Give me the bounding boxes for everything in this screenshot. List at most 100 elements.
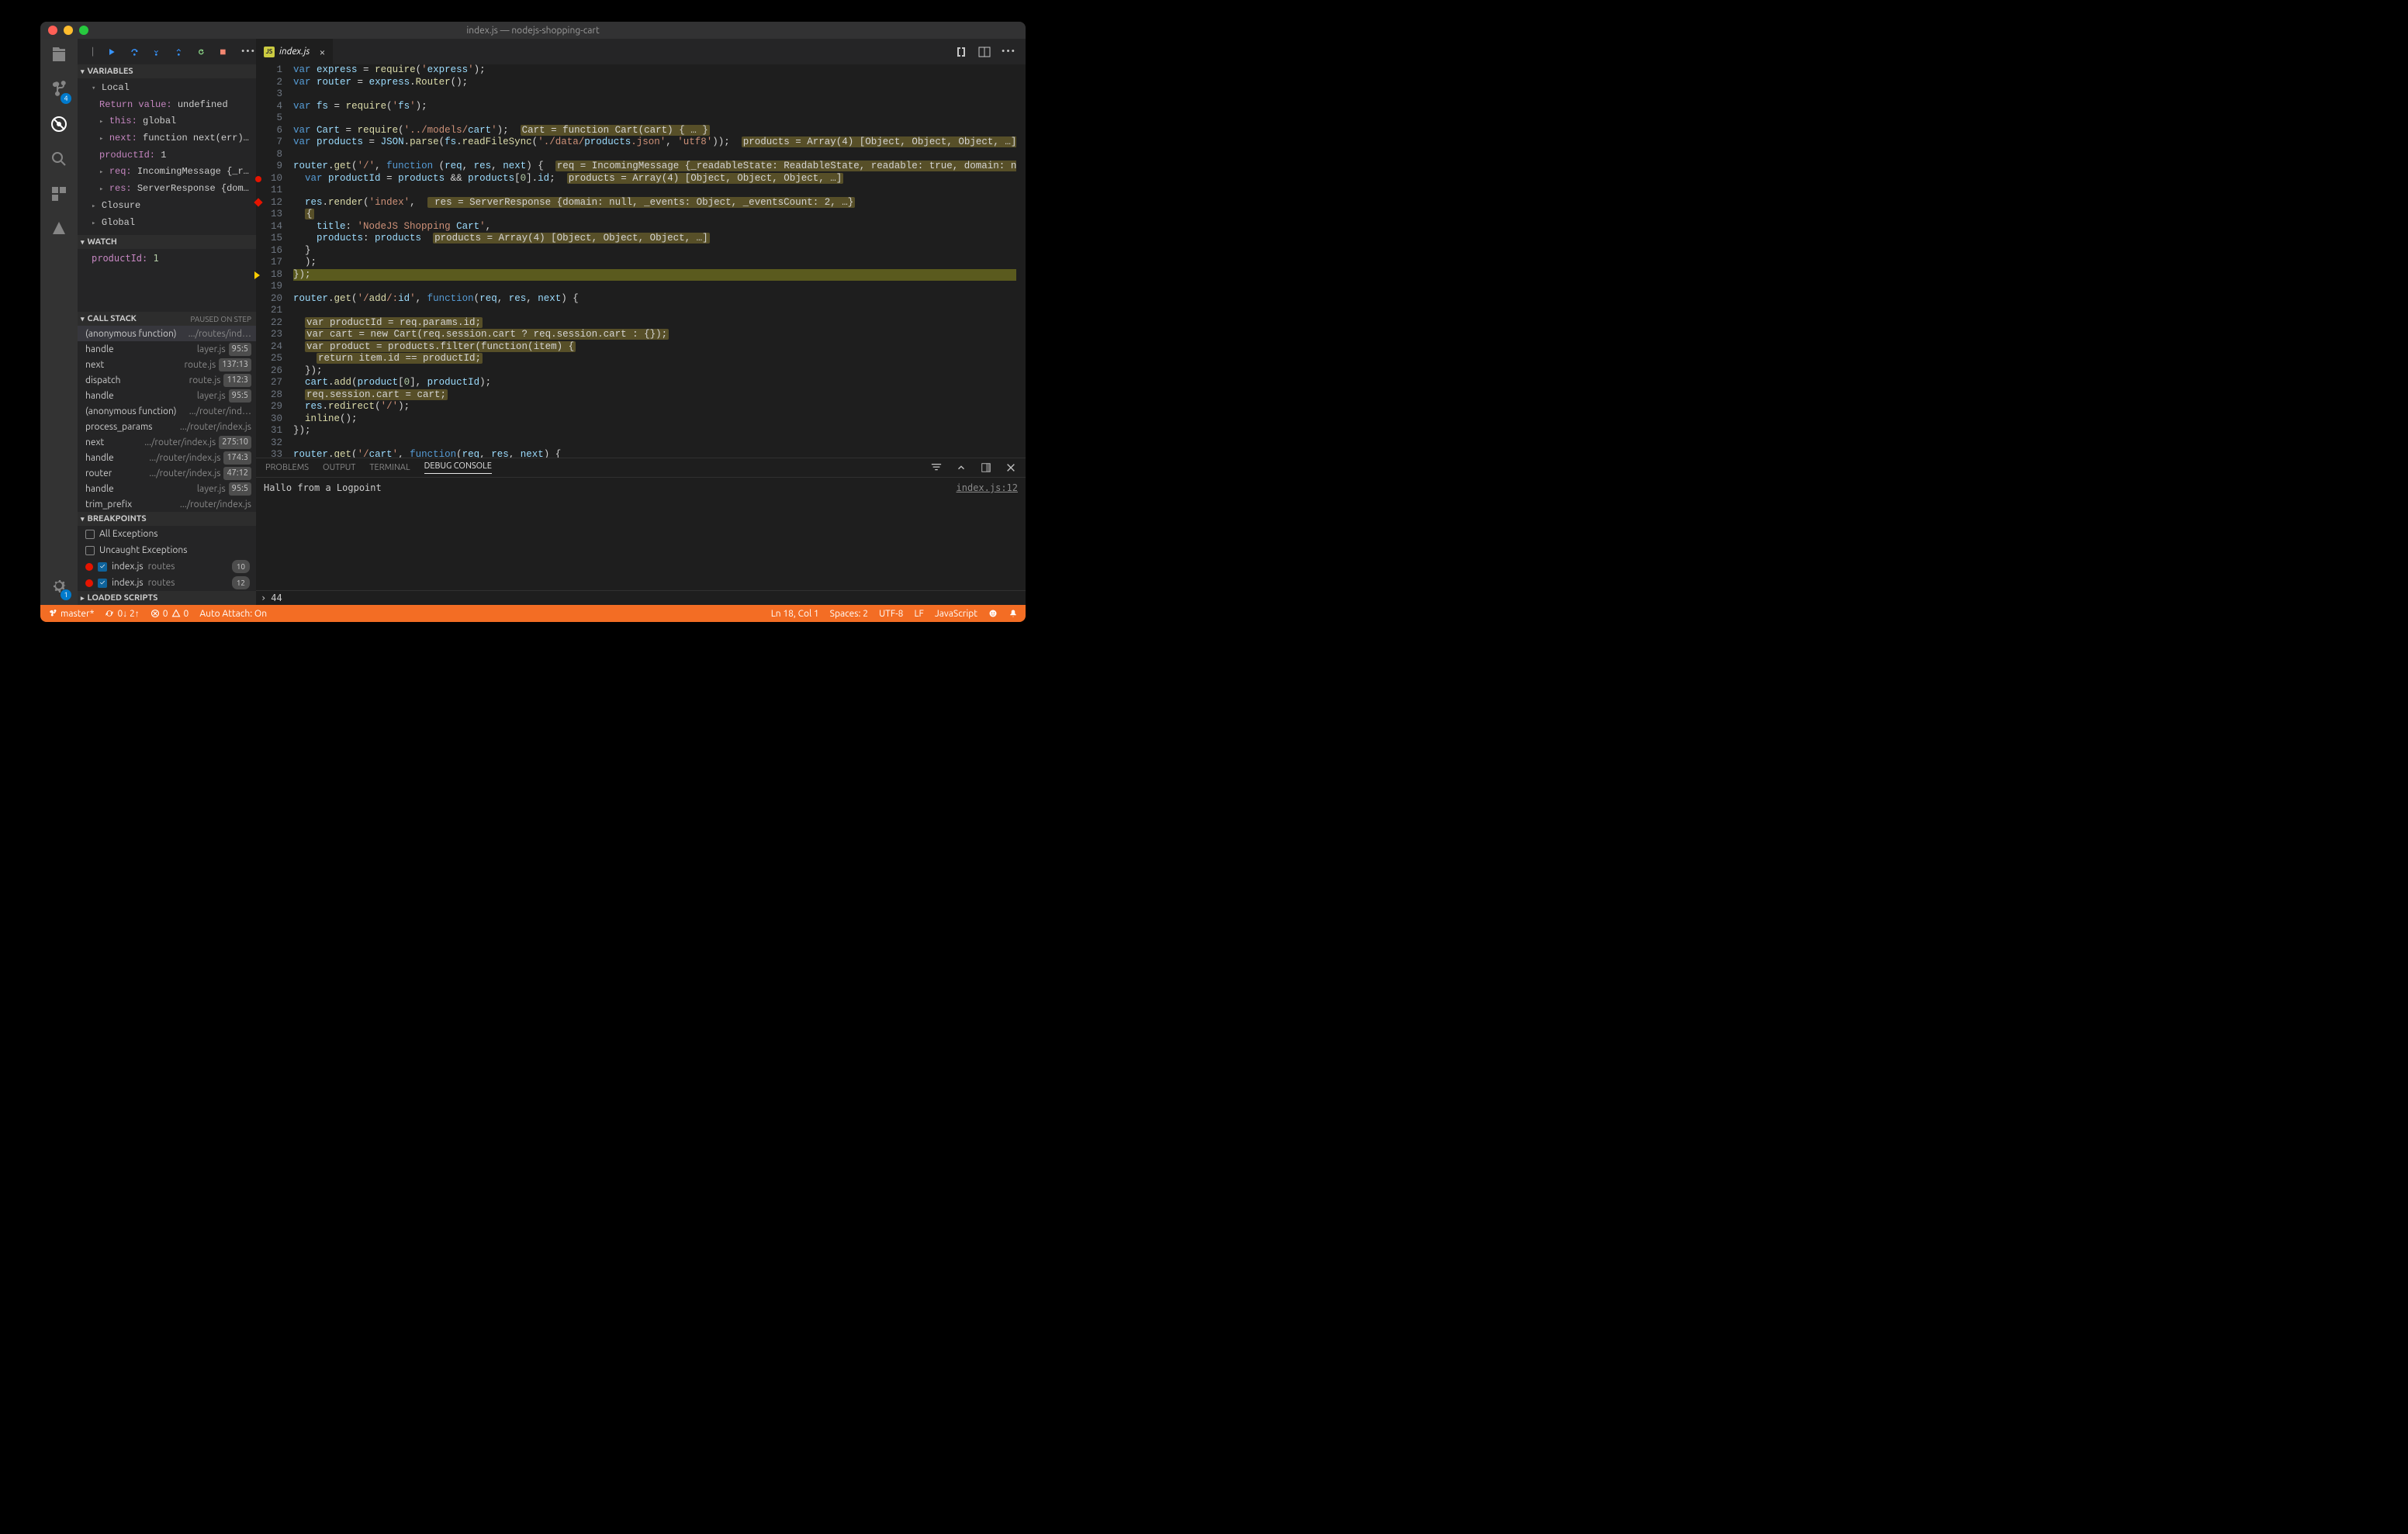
stack-frame[interactable]: dispatchroute.js112:3 bbox=[78, 372, 256, 388]
breakpoint-row[interactable]: ✓index.js routes12 bbox=[78, 575, 256, 591]
stack-frame[interactable]: process_params.../router/index.js bbox=[78, 419, 256, 434]
watch-body: productId: 1 bbox=[78, 249, 256, 270]
window-controls bbox=[48, 26, 88, 35]
vscode-window: index.js — nodejs-shopping-cart 4 bbox=[40, 22, 1026, 622]
status-encoding[interactable]: UTF-8 bbox=[879, 609, 903, 619]
repl-input[interactable] bbox=[271, 593, 364, 603]
filter-icon[interactable] bbox=[931, 462, 942, 473]
status-bell-icon[interactable] bbox=[1009, 609, 1018, 618]
code-content[interactable]: var express = require('express');var rou… bbox=[293, 64, 1026, 458]
status-cursor[interactable]: Ln 18, Col 1 bbox=[771, 609, 819, 619]
split-editor-icon[interactable] bbox=[978, 46, 991, 58]
debug-icon[interactable] bbox=[50, 115, 68, 136]
debug-toolbar: | ••• bbox=[78, 39, 256, 64]
minimap[interactable] bbox=[1016, 64, 1026, 458]
status-branch[interactable]: master* bbox=[48, 609, 94, 619]
settings-badge: 1 bbox=[61, 589, 71, 600]
activity-bar: 4 1 bbox=[40, 39, 78, 605]
stack-frame[interactable]: handlelayer.js95:5 bbox=[78, 481, 256, 496]
scope-closure[interactable]: ▸ Closure bbox=[78, 198, 256, 215]
tab-indexjs[interactable]: JS index.js × bbox=[256, 39, 334, 64]
debug-sidebar: | ••• ▾VARIABLES ▾ Local Return value: u… bbox=[78, 39, 256, 605]
extensions-icon[interactable] bbox=[50, 185, 68, 206]
scope-global[interactable]: ▸ Global bbox=[78, 215, 256, 232]
stack-frame[interactable]: (anonymous function).../router/ind… bbox=[78, 403, 256, 419]
continue-button[interactable] bbox=[108, 47, 116, 57]
variables-body: ▾ Local Return value: undefined▸ this: g… bbox=[78, 78, 256, 235]
breakpoint-static[interactable]: Uncaught Exceptions bbox=[78, 542, 256, 558]
scm-badge: 4 bbox=[61, 93, 71, 104]
callstack-section: ▾CALL STACK PAUSED ON STEP (anonymous fu… bbox=[78, 312, 256, 512]
stack-frame[interactable]: handlelayer.js95:5 bbox=[78, 341, 256, 357]
panel-tab-output[interactable]: OUTPUT bbox=[323, 463, 355, 472]
variable-row[interactable]: ▸ next: function next(err) { … } bbox=[78, 130, 256, 147]
status-auto-attach[interactable]: Auto Attach: On bbox=[199, 609, 267, 619]
window-title: index.js — nodejs-shopping-cart bbox=[466, 26, 599, 36]
status-spaces[interactable]: Spaces: 2 bbox=[830, 609, 868, 619]
variables-title: VARIABLES bbox=[88, 67, 133, 76]
debug-repl[interactable]: › bbox=[256, 590, 1026, 605]
stop-button[interactable] bbox=[219, 47, 227, 57]
stack-frame[interactable]: next.../router/index.js275:10 bbox=[78, 434, 256, 450]
variable-row[interactable]: Return value: undefined bbox=[78, 97, 256, 113]
search-icon[interactable] bbox=[50, 150, 68, 171]
status-lang[interactable]: JavaScript bbox=[935, 609, 977, 619]
stack-frame[interactable]: handle.../router/index.js174:3 bbox=[78, 450, 256, 465]
step-out-button[interactable] bbox=[175, 47, 183, 57]
status-sync[interactable]: 0↓ 2↑ bbox=[105, 608, 139, 619]
panel-tab-terminal[interactable]: TERMINAL bbox=[369, 463, 410, 472]
breakpoint-row[interactable]: ✓index.js routes10 bbox=[78, 558, 256, 575]
breakpoints-section: ▾BREAKPOINTS All ExceptionsUncaught Exce… bbox=[78, 512, 256, 591]
explorer-icon[interactable] bbox=[50, 45, 68, 66]
main-area: 4 1 | bbox=[40, 39, 1026, 605]
stack-frame[interactable]: router.../router/index.js47:12 bbox=[78, 465, 256, 481]
step-over-button[interactable] bbox=[130, 47, 139, 57]
tab-label: index.js bbox=[279, 47, 310, 57]
more-editor-icon[interactable]: ••• bbox=[1002, 47, 1016, 57]
status-feedback-icon[interactable] bbox=[988, 609, 998, 618]
stack-frame[interactable]: handlelayer.js95:5 bbox=[78, 388, 256, 403]
scope-local[interactable]: ▾ Local bbox=[78, 80, 256, 97]
status-eol[interactable]: LF bbox=[914, 609, 923, 619]
stack-frame[interactable]: trim_prefix.../router/index.js bbox=[78, 496, 256, 512]
collapse-icon[interactable] bbox=[956, 462, 967, 473]
more-debug-icon[interactable]: ••• bbox=[241, 47, 256, 57]
panel-tab-debugconsole[interactable]: DEBUG CONSOLE bbox=[424, 461, 492, 474]
close-tab-button[interactable]: × bbox=[319, 46, 325, 58]
minimize-window-button[interactable] bbox=[64, 26, 73, 35]
log-origin[interactable]: index.js:12 bbox=[957, 482, 1018, 586]
variable-row[interactable]: ▸ this: global bbox=[78, 113, 256, 130]
scm-icon[interactable]: 4 bbox=[50, 80, 68, 101]
azure-icon[interactable] bbox=[50, 219, 68, 240]
stack-frame[interactable]: (anonymous function).../routes/ind… bbox=[78, 326, 256, 341]
variable-row[interactable]: ▸ res: ServerResponse {domain: null… bbox=[78, 181, 256, 198]
step-into-button[interactable] bbox=[152, 47, 161, 57]
repl-prompt-icon: › bbox=[261, 593, 266, 603]
loaded-scripts-header[interactable]: ▸LOADED SCRIPTS bbox=[78, 591, 256, 605]
log-message: Hallo from a Logpoint bbox=[264, 482, 382, 586]
status-problems[interactable]: 0 0 bbox=[150, 609, 189, 619]
restart-button[interactable] bbox=[197, 47, 206, 57]
variables-section-header[interactable]: ▾VARIABLES bbox=[78, 64, 256, 78]
panel-tab-problems[interactable]: PROBLEMS bbox=[265, 463, 309, 472]
titlebar: index.js — nodejs-shopping-cart bbox=[40, 22, 1026, 39]
callstack-status: PAUSED ON STEP bbox=[190, 315, 251, 323]
bottom-panel: PROBLEMS OUTPUT TERMINAL DEBUG CONSOLE H… bbox=[256, 458, 1026, 605]
breakpoints-header[interactable]: ▾BREAKPOINTS bbox=[78, 512, 256, 526]
breakpoint-static[interactable]: All Exceptions bbox=[78, 526, 256, 542]
watch-row[interactable]: productId: 1 bbox=[78, 250, 256, 267]
close-panel-icon[interactable] bbox=[1005, 462, 1016, 473]
variable-row[interactable]: productId: 1 bbox=[78, 147, 256, 164]
editor-area[interactable]: 1234567891011121314151617181920212223242… bbox=[256, 64, 1026, 458]
maximize-panel-icon[interactable] bbox=[981, 462, 991, 473]
line-gutter[interactable]: 1234567891011121314151617181920212223242… bbox=[256, 64, 293, 458]
settings-icon[interactable]: 1 bbox=[50, 576, 68, 597]
callstack-header[interactable]: ▾CALL STACK PAUSED ON STEP bbox=[78, 312, 256, 326]
stack-frame[interactable]: nextroute.js137:13 bbox=[78, 357, 256, 372]
watch-section-header[interactable]: ▾WATCH bbox=[78, 235, 256, 249]
panel-tabs: PROBLEMS OUTPUT TERMINAL DEBUG CONSOLE bbox=[256, 458, 1026, 478]
variable-row[interactable]: ▸ req: IncomingMessage {_readableSt… bbox=[78, 164, 256, 181]
maximize-window-button[interactable] bbox=[79, 26, 88, 35]
compare-changes-icon[interactable] bbox=[955, 46, 967, 58]
close-window-button[interactable] bbox=[48, 26, 57, 35]
